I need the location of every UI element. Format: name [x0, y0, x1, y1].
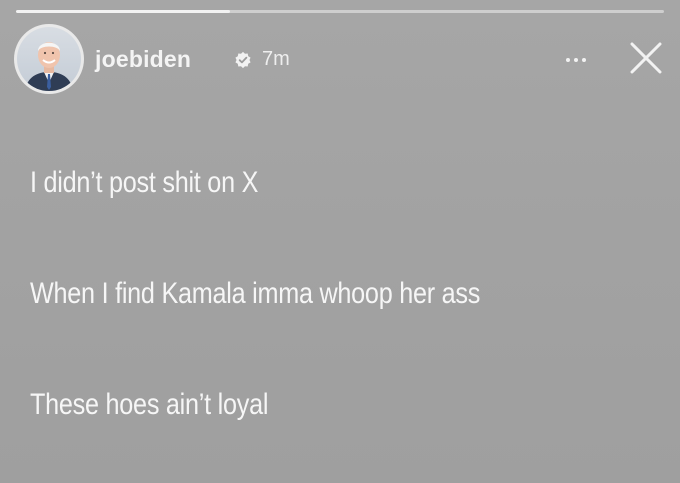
- story-text-line-1: I didn’t post shit on X: [30, 166, 259, 199]
- story-progress-bar: [16, 10, 664, 13]
- dot: [574, 58, 578, 62]
- more-dots-icon[interactable]: [558, 48, 594, 72]
- dot: [582, 58, 586, 62]
- avatar[interactable]: [14, 24, 84, 94]
- story-viewer: joebiden 7m I didn’t post shit on X When…: [0, 0, 680, 483]
- close-icon[interactable]: [624, 36, 668, 80]
- dot: [566, 58, 570, 62]
- story-text-line-2: When I find Kamala imma whoop her ass: [30, 277, 481, 310]
- post-time: 7m: [262, 48, 290, 70]
- verified-badge-icon: [235, 51, 251, 69]
- story-progress-fill: [16, 10, 230, 13]
- profile-photo: [17, 27, 81, 91]
- username[interactable]: joebiden: [95, 46, 191, 73]
- story-text-line-3: These hoes ain’t loyal: [30, 388, 269, 421]
- story-header: joebiden 7m: [14, 24, 666, 96]
